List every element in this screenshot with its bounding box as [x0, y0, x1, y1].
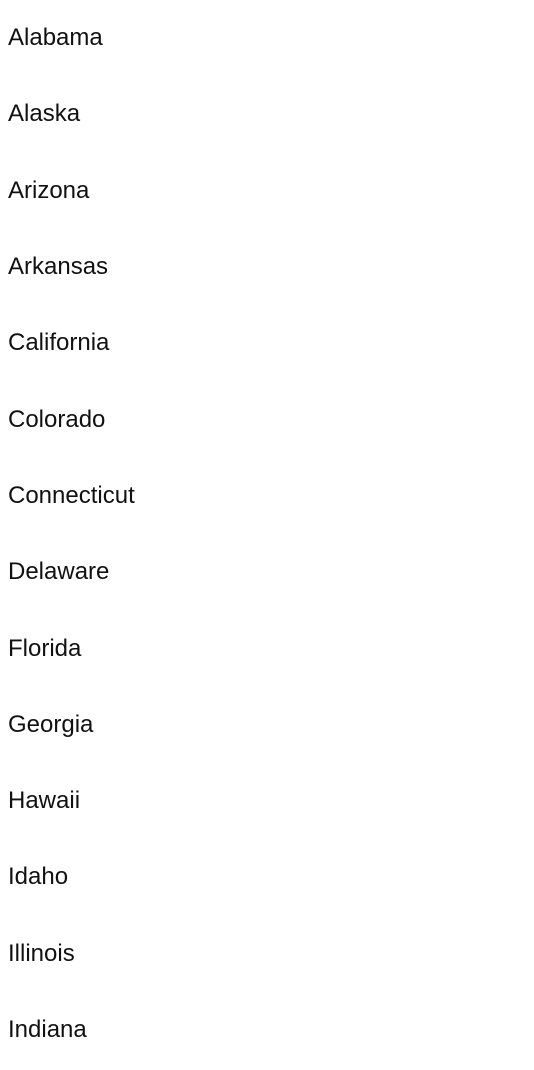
state-list: Alabama Alaska Arizona Arkansas Californ…: [0, 0, 534, 1070]
list-item[interactable]: Connecticut: [0, 458, 534, 534]
list-item[interactable]: Colorado: [0, 381, 534, 457]
list-item[interactable]: Alabama: [0, 0, 534, 76]
list-item[interactable]: Arizona: [0, 153, 534, 229]
list-item[interactable]: Georgia: [0, 687, 534, 763]
list-item[interactable]: California: [0, 305, 534, 381]
list-item[interactable]: Illinois: [0, 916, 534, 992]
list-item[interactable]: Idaho: [0, 839, 534, 915]
list-item[interactable]: Florida: [0, 610, 534, 686]
list-item[interactable]: Indiana: [0, 992, 534, 1068]
list-item[interactable]: Hawaii: [0, 763, 534, 839]
list-item[interactable]: Delaware: [0, 534, 534, 610]
list-item[interactable]: Arkansas: [0, 229, 534, 305]
list-item[interactable]: Alaska: [0, 76, 534, 152]
